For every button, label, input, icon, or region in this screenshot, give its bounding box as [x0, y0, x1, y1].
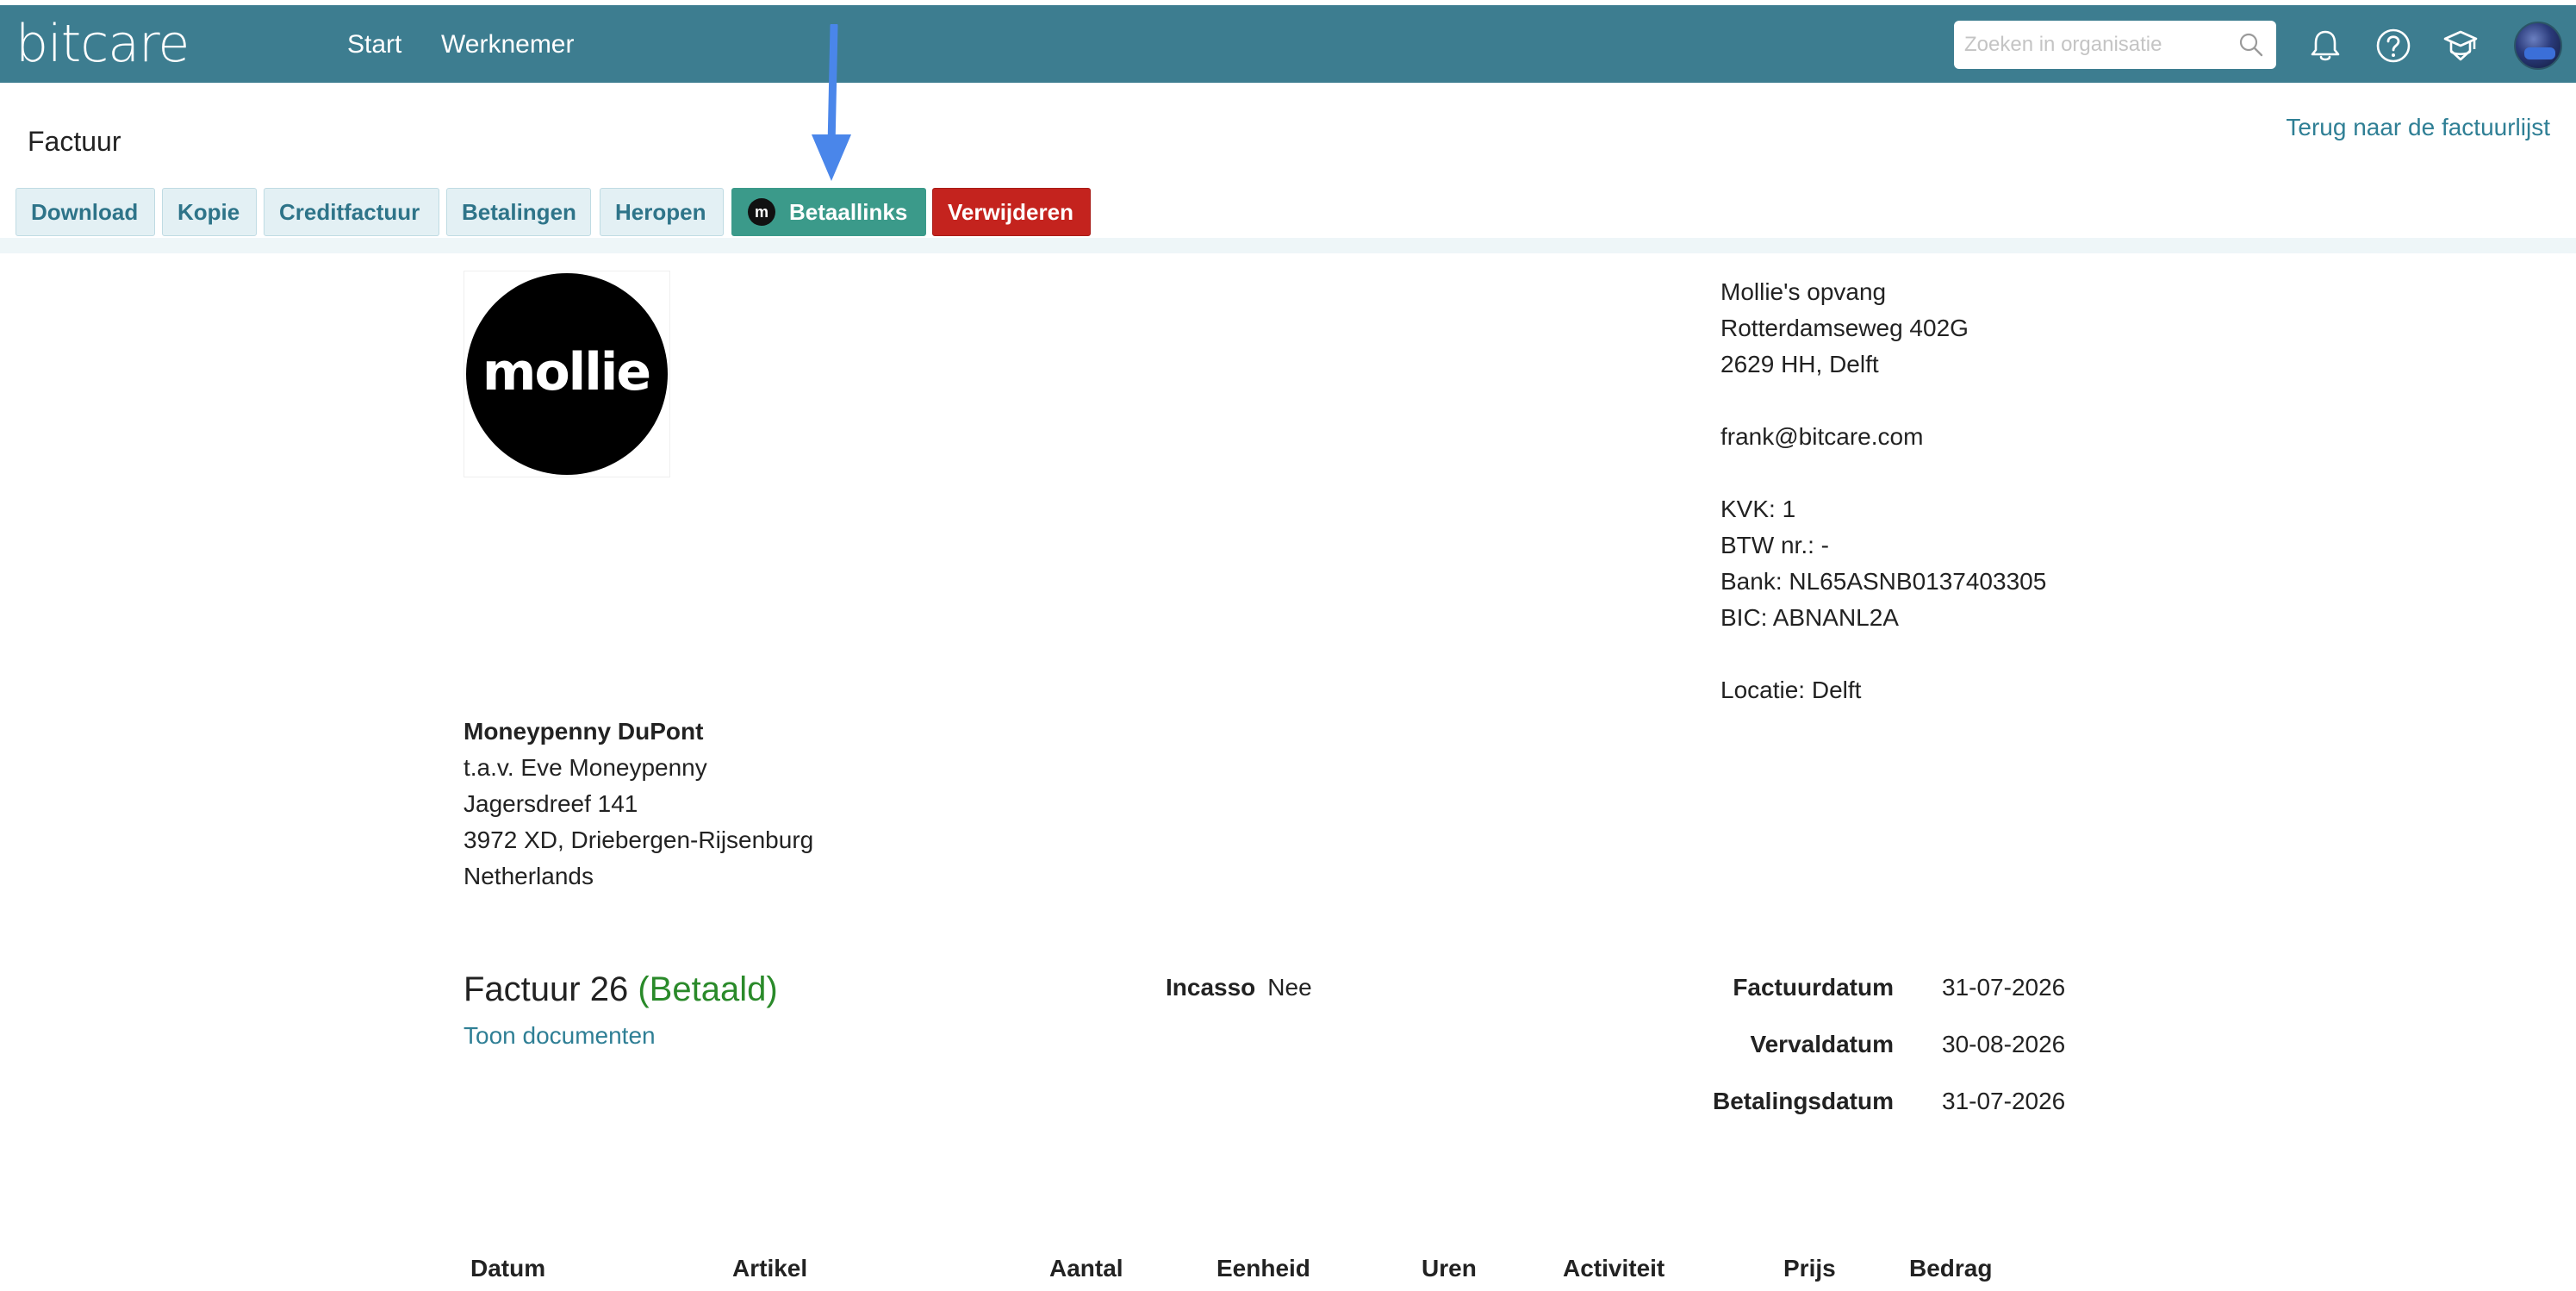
- avatar[interactable]: [2514, 22, 2562, 70]
- invoice-date-label: Factuurdatum: [1733, 974, 1894, 1001]
- bell-icon[interactable]: [2306, 27, 2344, 65]
- column-header-uren[interactable]: Uren: [1422, 1253, 1477, 1284]
- mollie-m-icon: m: [748, 198, 775, 227]
- nav-start[interactable]: Start: [347, 28, 401, 62]
- column-header-eenheid[interactable]: Eenheid: [1216, 1253, 1310, 1284]
- company-bank: Bank: NL65ASNB0137403305: [1720, 568, 2047, 595]
- payments-button[interactable]: Betalingen: [446, 188, 591, 236]
- top-navigation-bar: bitcare Start Werknemer: [0, 5, 2576, 83]
- reopen-button[interactable]: Heropen: [600, 188, 724, 236]
- company-details: Mollie's opvang Rotterdamseweg 402G 2629…: [1720, 274, 2046, 708]
- company-location: Locatie: Delft: [1720, 677, 1862, 703]
- due-date-value: 30-08-2026: [1942, 1031, 2066, 1057]
- column-header-artikel[interactable]: Artikel: [732, 1253, 807, 1284]
- back-to-invoice-list-link[interactable]: Terug naar de factuurlijst: [2286, 112, 2550, 143]
- company-email: frank@bitcare.com: [1720, 423, 1924, 450]
- invoice-status: (Betaald): [638, 970, 778, 1008]
- toolbar-divider: [0, 238, 2576, 253]
- page-title: Factuur: [28, 126, 121, 157]
- help-icon[interactable]: [2374, 27, 2412, 65]
- mollie-logo-text: mollie: [482, 342, 651, 402]
- invoice-title: Factuur 26 (Betaald): [464, 967, 778, 1012]
- company-btw: BTW nr.: -: [1720, 532, 1829, 558]
- company-city: 2629 HH, Delft: [1720, 351, 1879, 377]
- payment-date-label: Betalingsdatum: [1712, 1088, 1894, 1114]
- column-header-datum[interactable]: Datum: [470, 1253, 545, 1284]
- mollie-logo: mollie: [464, 271, 670, 477]
- download-button[interactable]: Download: [16, 188, 155, 236]
- credit-invoice-button[interactable]: Creditfactuur: [264, 188, 439, 236]
- recipient-country: Netherlands: [464, 863, 594, 889]
- search-box: [1954, 21, 2276, 69]
- copy-button[interactable]: Kopie: [162, 188, 257, 236]
- delete-button[interactable]: Verwijderen: [932, 188, 1091, 236]
- payment-date-value: 31-07-2026: [1942, 1088, 2066, 1114]
- column-header-prijs[interactable]: Prijs: [1783, 1253, 1836, 1284]
- recipient-street: Jagersdreef 141: [464, 790, 638, 817]
- search-input[interactable]: [1954, 21, 2230, 69]
- column-header-bedrag[interactable]: Bedrag: [1909, 1253, 1992, 1284]
- search-icon[interactable]: [2238, 32, 2264, 58]
- recipient-city: 3972 XD, Driebergen-Rijsenburg: [464, 826, 814, 853]
- due-date-row: Vervaldatum 30-08-2026: [1689, 1027, 2085, 1062]
- company-name: Mollie's opvang: [1720, 278, 1887, 305]
- incasso-value: Nee: [1267, 974, 1312, 1001]
- column-header-activiteit[interactable]: Activiteit: [1563, 1253, 1664, 1284]
- invoice-date-value: 31-07-2026: [1942, 974, 2066, 1001]
- company-kvk: KVK: 1: [1720, 496, 1796, 522]
- payment-links-label: Betaallinks: [789, 199, 908, 225]
- invoice-date-row: Factuurdatum 31-07-2026: [1689, 970, 2085, 1005]
- recipient-attention: t.a.v. Eve Moneypenny: [464, 754, 707, 781]
- nav-werknemer[interactable]: Werknemer: [441, 28, 574, 62]
- incasso-label: Incasso: [1166, 974, 1256, 1001]
- due-date-label: Vervaldatum: [1750, 1031, 1894, 1057]
- show-documents-link[interactable]: Toon documenten: [464, 1020, 656, 1051]
- recipient-details: Moneypenny DuPont t.a.v. Eve Moneypenny …: [464, 714, 813, 895]
- incasso-field: Incasso Nee: [1166, 972, 1312, 1003]
- annotation-arrow-down-icon: [812, 24, 851, 181]
- company-bic: BIC: ABNANL2A: [1720, 604, 1899, 631]
- bitcare-logo[interactable]: bitcare: [16, 14, 190, 74]
- graduation-cap-icon[interactable]: [2442, 27, 2480, 65]
- recipient-name: Moneypenny DuPont: [464, 718, 704, 745]
- payment-date-row: Betalingsdatum 31-07-2026: [1689, 1084, 2085, 1119]
- column-header-aantal[interactable]: Aantal: [1049, 1253, 1123, 1284]
- payment-links-button[interactable]: m Betaallinks: [731, 188, 926, 236]
- invoice-number: Factuur 26: [464, 970, 629, 1008]
- company-street: Rotterdamseweg 402G: [1720, 315, 1969, 341]
